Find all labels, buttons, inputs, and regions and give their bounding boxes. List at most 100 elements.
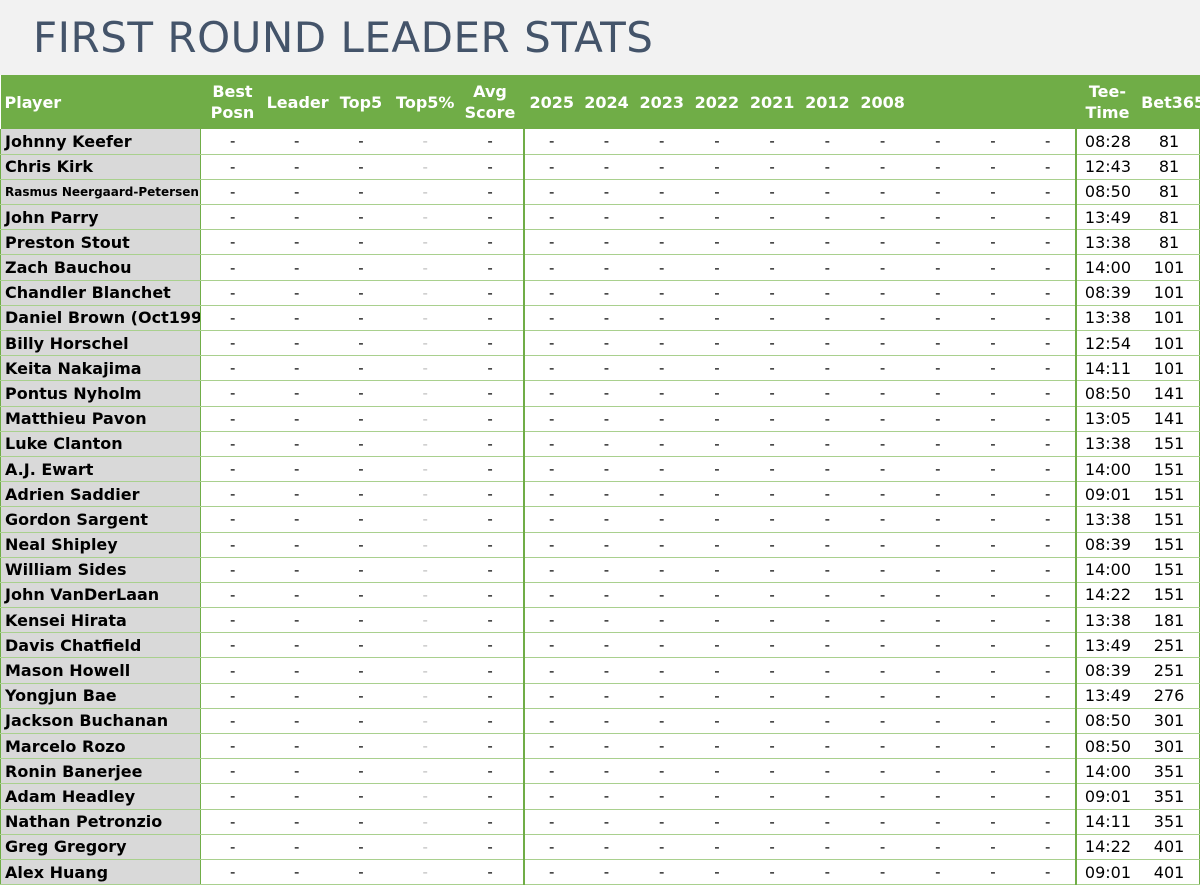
table-row[interactable]: Zach Bauchou - - - - - - - - - - - - - - -14:00 101: [0, 254, 1200, 281]
leader-cell: -: [264, 582, 329, 609]
header-bet365[interactable]: Bet365: [1139, 75, 1199, 129]
table-row[interactable]: Kensei Hirata - - - - - - - - - - - - - - -13:38 181: [0, 607, 1200, 634]
year-cell: -: [634, 280, 690, 306]
header-year[interactable]: [965, 75, 1020, 129]
year-cell: -: [910, 305, 966, 332]
header-year[interactable]: [910, 75, 965, 129]
year-cell: -: [744, 733, 800, 760]
year-cell: -: [689, 657, 745, 684]
top5-cell: -: [328, 406, 394, 432]
table-row[interactable]: Adrien Saddier - - - - - - - - - - - - - - -09:01 151: [0, 481, 1200, 508]
year-cell: -: [578, 254, 635, 281]
header-leader[interactable]: Leader: [265, 75, 329, 129]
table-row[interactable]: Ronin Banerjee - - - - - - - - - - - - - - -14:00 351: [0, 758, 1200, 785]
year-cell: -: [744, 758, 800, 785]
year-cell: -: [910, 380, 966, 407]
year-cell: -: [634, 607, 690, 634]
year-cell: -: [1020, 859, 1077, 886]
header-year[interactable]: [1021, 75, 1076, 129]
table-row[interactable]: William Sides - - - - - - - - - - - - - - -14:00 151: [0, 557, 1200, 583]
player-name: Matthieu Pavon: [0, 406, 201, 432]
header-year[interactable]: 2008: [855, 75, 910, 129]
year-cell: -: [523, 783, 579, 810]
table-row[interactable]: Neal Shipley - - - - - - - - - - - - - - -08:39 151: [0, 532, 1200, 558]
year-cell: -: [799, 607, 855, 634]
header-best-posn[interactable]: Best Posn: [200, 75, 264, 129]
header-top5-pct[interactable]: Top5%: [393, 75, 457, 129]
tee-time-cell: 13:38: [1075, 506, 1140, 533]
year-cell: -: [634, 532, 690, 558]
avg-score-cell: -: [457, 179, 525, 206]
year-cell: -: [854, 129, 911, 155]
header-year[interactable]: 2022: [689, 75, 744, 129]
top5-cell: -: [328, 834, 394, 860]
table-row[interactable]: John Parry - - - - - - - - - - - - - - -13:49 81: [0, 204, 1200, 231]
table-row[interactable]: Pontus Nyholm - - - - - - - - - - - - - - -08:50 141: [0, 380, 1200, 407]
year-cell: -: [854, 431, 911, 457]
table-row[interactable]: Johnny Keefer - - - - - - - - - - - - - - -08:28 81: [0, 129, 1200, 155]
top5-pct-cell: -: [393, 406, 458, 432]
year-cell: -: [1020, 406, 1077, 432]
year-cell: -: [634, 305, 690, 332]
header-year[interactable]: 2024: [579, 75, 634, 129]
table-row[interactable]: John VanDerLaan - - - - - - - - - - - - - - -14:22 151: [0, 582, 1200, 609]
table-row[interactable]: Preston Stout - - - - - - - - - - - - - - -13:38 81: [0, 229, 1200, 256]
header-year[interactable]: 2023: [634, 75, 689, 129]
header-year[interactable]: 2025: [524, 75, 579, 129]
leader-cell: -: [264, 456, 329, 483]
top5-pct-cell: -: [393, 557, 458, 583]
year-cell: -: [689, 431, 745, 457]
bet365-odds-cell: 151: [1139, 506, 1200, 533]
top5-pct-cell: -: [393, 683, 458, 709]
table-row[interactable]: Alex Huang - - - - - - - - - - - - - - -09:01 401: [0, 859, 1200, 886]
table-row[interactable]: Daniel Brown (Oct1994) - - - - - - - - - - - - - - -13:…: [0, 305, 1200, 332]
bet365-odds-cell: 351: [1139, 809, 1200, 835]
header-player[interactable]: Player: [1, 75, 201, 129]
year-cell: -: [578, 305, 635, 332]
year-cell: -: [689, 783, 745, 810]
year-cell: -: [799, 708, 855, 735]
table-row[interactable]: Nathan Petronzio - - - - - - - - - - - - - - -14:11 351: [0, 809, 1200, 835]
table-row[interactable]: Jackson Buchanan - - - - - - - - - - - - - - -08:50 301: [0, 708, 1200, 735]
page-title: FIRST ROUND LEADER STATS: [33, 13, 654, 62]
header-year[interactable]: 2021: [745, 75, 800, 129]
year-cell: -: [689, 532, 745, 558]
year-cell: -: [910, 733, 966, 760]
bet365-odds-cell: 151: [1139, 456, 1200, 483]
year-cell: -: [799, 758, 855, 785]
year-cell: -: [523, 632, 579, 659]
table-row[interactable]: Matthieu Pavon - - - - - - - - - - - - - - -13:05 141: [0, 406, 1200, 432]
table-row[interactable]: Greg Gregory - - - - - - - - - - - - - - -14:22 401: [0, 834, 1200, 860]
avg-score-cell: -: [457, 154, 525, 180]
avg-score-cell: -: [457, 305, 525, 332]
header-top5[interactable]: Top5: [329, 75, 393, 129]
table-row[interactable]: Chris Kirk - - - - - - - - - - - - - - -12:43 81: [0, 154, 1200, 180]
tee-time-cell: 08:50: [1075, 708, 1140, 735]
table-row[interactable]: Keita Nakajima - - - - - - - - - - - - - - -14:11 101: [0, 355, 1200, 382]
table-row[interactable]: Yongjun Bae - - - - - - - - - - - - - - -13:49 276: [0, 683, 1200, 709]
table-row[interactable]: A.J. Ewart - - - - - - - - - - - - - - -14:00 151: [0, 456, 1200, 483]
year-cell: -: [578, 532, 635, 558]
header-year[interactable]: 2012: [800, 75, 855, 129]
header-tee-time[interactable]: Tee-Time: [1076, 75, 1139, 129]
year-cell: -: [965, 179, 1021, 206]
header-avg-score[interactable]: Avg Score: [457, 75, 525, 129]
table-row[interactable]: Davis Chatfield - - - - - - - - - - - - - - -13:49 251: [0, 632, 1200, 659]
year-cell: -: [854, 733, 911, 760]
year-cell: -: [744, 859, 800, 886]
player-name: Billy Horschel: [0, 330, 201, 357]
table-row[interactable]: Rasmus Neergaard-Petersen - - - - - - - - - - - - - - -…: [0, 179, 1200, 206]
year-cell: -: [854, 481, 911, 508]
year-cell: -: [578, 657, 635, 684]
table-row[interactable]: Luke Clanton - - - - - - - - - - - - - - -13:38 151: [0, 431, 1200, 457]
table-row[interactable]: Mason Howell - - - - - - - - - - - - - - -08:39 251: [0, 657, 1200, 684]
leader-cell: -: [264, 204, 329, 231]
table-row[interactable]: Adam Headley - - - - - - - - - - - - - - -09:01 351: [0, 783, 1200, 810]
tee-time-cell: 13:49: [1075, 632, 1140, 659]
top5-cell: -: [328, 154, 394, 180]
year-cell: -: [689, 204, 745, 231]
table-row[interactable]: Marcelo Rozo - - - - - - - - - - - - - - -08:50 301: [0, 733, 1200, 760]
table-row[interactable]: Billy Horschel - - - - - - - - - - - - - - -12:54 101: [0, 330, 1200, 357]
table-row[interactable]: Gordon Sargent - - - - - - - - - - - - - - -13:38 151: [0, 506, 1200, 533]
table-row[interactable]: Chandler Blanchet - - - - - - - - - - - - - - -08:39 101: [0, 280, 1200, 306]
